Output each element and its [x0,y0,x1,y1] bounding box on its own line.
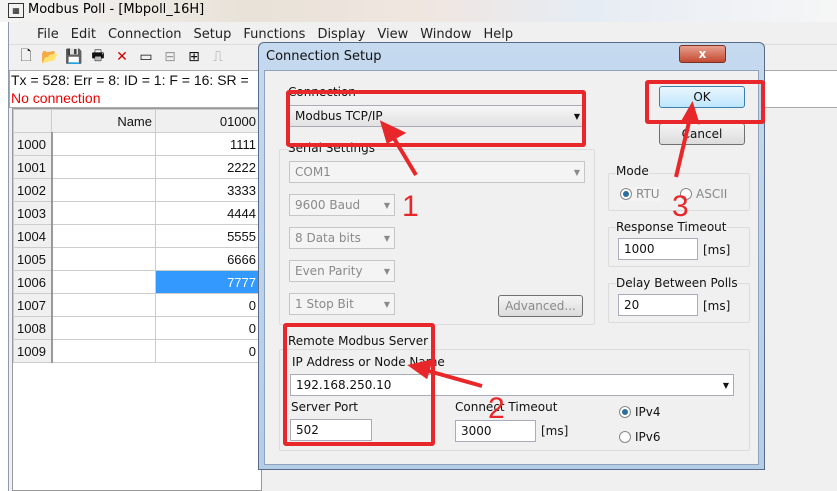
arrow-1 [390,133,418,177]
annotation-arrows [379,101,700,388]
arrow-3 [674,117,692,178]
annotation-step-2: 2 [488,392,505,425]
annotation-step-3: 3 [672,190,689,223]
arrow-2-head [407,359,433,380]
arrow-2 [424,368,483,388]
arrow-3-head [680,101,700,125]
arrow-1-head [379,120,407,144]
annotation-step-1: 1 [402,190,419,223]
